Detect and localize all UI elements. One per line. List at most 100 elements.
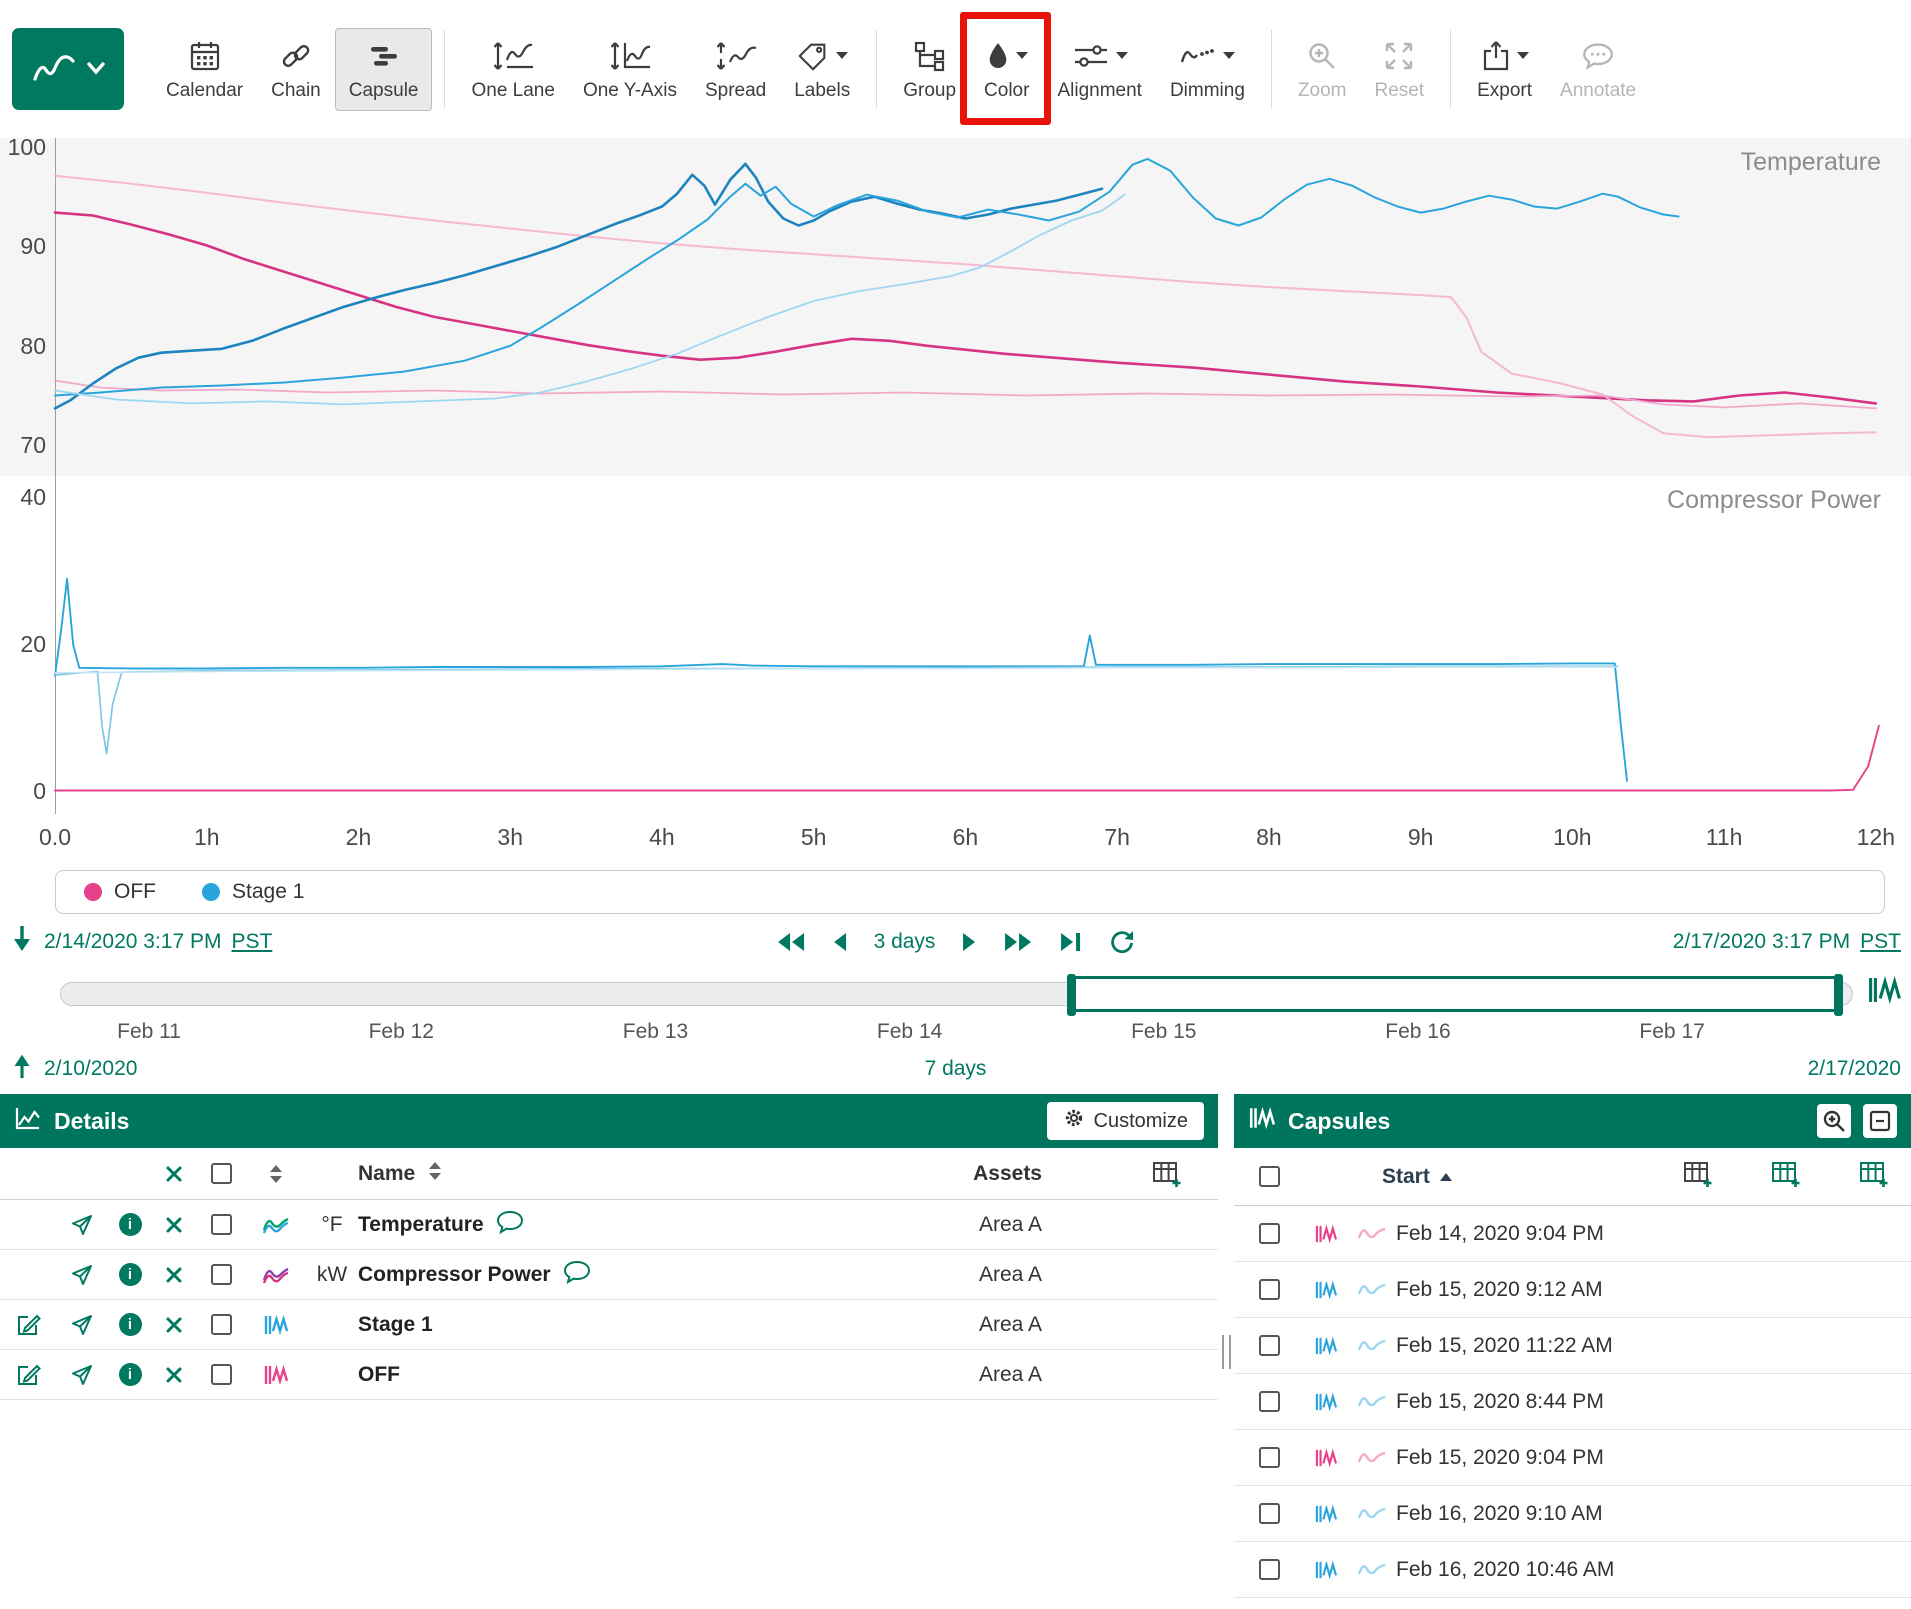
- add-stats-column-icon[interactable]: [1771, 1160, 1801, 1194]
- customize-button[interactable]: Customize: [1047, 1102, 1204, 1140]
- toolbar-labels-button[interactable]: Labels: [780, 28, 864, 111]
- toolbar-alignment-button[interactable]: Alignment: [1043, 28, 1156, 111]
- investigate-range-start[interactable]: 2/10/2020: [44, 1057, 137, 1081]
- info-icon[interactable]: i: [119, 1213, 142, 1236]
- divider-grip-icon: [1222, 1335, 1231, 1369]
- toolbar-one-lane-button[interactable]: One Lane: [457, 28, 568, 111]
- start-column-header[interactable]: Start: [1382, 1165, 1452, 1189]
- info-icon[interactable]: i: [119, 1313, 142, 1336]
- info-icon[interactable]: i: [119, 1263, 142, 1286]
- toolbar-calendar-button[interactable]: Calendar: [152, 28, 257, 111]
- toolbar-capsule-button[interactable]: Capsule: [335, 28, 433, 111]
- details-row-off[interactable]: i OFF Area A: [0, 1350, 1218, 1400]
- assets-column-header[interactable]: Assets: [888, 1162, 1068, 1186]
- step-forward-half-button[interactable]: [961, 931, 977, 953]
- rocket-icon[interactable]: [56, 1213, 108, 1237]
- timeline-left-handle[interactable]: [1067, 974, 1076, 1016]
- view-selector-dropdown[interactable]: [12, 28, 124, 110]
- rocket-icon[interactable]: [56, 1263, 108, 1287]
- timeline-track[interactable]: [60, 982, 1853, 1006]
- y-tick-label: 40: [0, 484, 46, 511]
- item-name[interactable]: Temperature: [358, 1213, 484, 1237]
- sort-icon[interactable]: [246, 1163, 306, 1185]
- toolbar-chain-button[interactable]: Chain: [257, 28, 335, 111]
- toolbar-spread-button[interactable]: Spread: [691, 28, 780, 111]
- auto-update-button[interactable]: [1109, 930, 1135, 954]
- toolbar-dimming-button[interactable]: Dimming: [1156, 28, 1259, 111]
- step-to-end-button[interactable]: [1059, 931, 1083, 953]
- remove-all-icon[interactable]: [152, 1164, 196, 1184]
- add-properties-column-icon[interactable]: [1859, 1160, 1889, 1194]
- capsule-checkbox[interactable]: [1259, 1335, 1280, 1356]
- name-column-header[interactable]: Name: [358, 1162, 415, 1186]
- edit-icon[interactable]: [0, 1362, 56, 1388]
- item-name[interactable]: Compressor Power: [358, 1263, 551, 1287]
- select-all-capsules-checkbox[interactable]: [1259, 1166, 1280, 1187]
- investigate-start-arrow-icon[interactable]: [10, 1052, 34, 1086]
- capsule-checkbox[interactable]: [1259, 1391, 1280, 1412]
- add-column-icon[interactable]: [1683, 1160, 1713, 1194]
- capsule-checkbox[interactable]: [1259, 1447, 1280, 1468]
- capsule-row[interactable]: Feb 15, 2020 9:04 PM: [1234, 1430, 1911, 1486]
- row-checkbox[interactable]: [211, 1314, 232, 1335]
- display-range-duration[interactable]: 3 days: [874, 930, 936, 954]
- remove-icon[interactable]: [152, 1315, 196, 1335]
- toolbar-group-button[interactable]: Group: [889, 28, 970, 111]
- timeline-selected-range[interactable]: [1069, 976, 1841, 1012]
- timezone-link[interactable]: PST: [1860, 930, 1901, 954]
- capsule-checkbox[interactable]: [1259, 1559, 1280, 1580]
- toolbar-reset-button[interactable]: Reset: [1360, 28, 1438, 111]
- toolbar-one-y-axis-button[interactable]: One Y-Axis: [569, 28, 691, 111]
- lane-compressor[interactable]: Compressor Power 40200: [0, 476, 1911, 814]
- add-column-icon[interactable]: [1068, 1160, 1218, 1188]
- sort-icon[interactable]: [427, 1160, 443, 1188]
- details-row-compressor-power[interactable]: i kW Compressor Power Area A: [0, 1250, 1218, 1300]
- capsule-row[interactable]: Feb 15, 2020 8:44 PM: [1234, 1374, 1911, 1430]
- trend-chart[interactable]: Temperature 100908070 Compressor Power 4…: [0, 138, 1911, 860]
- toolbar-annotate-button[interactable]: Annotate: [1546, 28, 1650, 111]
- item-name[interactable]: OFF: [358, 1363, 400, 1387]
- comment-icon[interactable]: [563, 1260, 591, 1290]
- edit-icon[interactable]: [0, 1312, 56, 1338]
- info-icon[interactable]: i: [119, 1363, 142, 1386]
- step-back-half-button[interactable]: [832, 931, 848, 953]
- capsule-checkbox[interactable]: [1259, 1279, 1280, 1300]
- item-name[interactable]: Stage 1: [358, 1313, 433, 1337]
- range-start-arrow-icon[interactable]: [10, 924, 34, 960]
- row-checkbox[interactable]: [211, 1264, 232, 1285]
- remove-icon[interactable]: [152, 1265, 196, 1285]
- comment-icon[interactable]: [496, 1210, 524, 1240]
- lane-temperature[interactable]: Temperature 100908070: [0, 138, 1911, 476]
- step-forward-full-button[interactable]: [1003, 931, 1033, 953]
- details-row-stage-1[interactable]: i Stage 1 Area A: [0, 1300, 1218, 1350]
- toolbar-zoom-button[interactable]: Zoom: [1284, 28, 1361, 111]
- toolbar-export-button[interactable]: Export: [1463, 28, 1546, 111]
- capsules-collapse-button[interactable]: [1863, 1104, 1897, 1138]
- display-range-start[interactable]: 2/14/2020 3:17 PM: [44, 930, 221, 954]
- investigate-range-end[interactable]: 2/17/2020: [1808, 1057, 1901, 1081]
- capsules-zoom-button[interactable]: [1817, 1104, 1851, 1138]
- row-checkbox[interactable]: [211, 1364, 232, 1385]
- toolbar-color-button[interactable]: Color: [970, 28, 1043, 111]
- row-checkbox[interactable]: [211, 1214, 232, 1235]
- investigate-range-duration[interactable]: 7 days: [925, 1057, 987, 1081]
- step-back-full-button[interactable]: [776, 931, 806, 953]
- remove-icon[interactable]: [152, 1215, 196, 1235]
- capsule-row[interactable]: Feb 16, 2020 9:10 AM: [1234, 1486, 1911, 1542]
- capsule-row[interactable]: Feb 16, 2020 10:46 AM: [1234, 1542, 1911, 1598]
- remove-icon[interactable]: [152, 1365, 196, 1385]
- select-all-checkbox[interactable]: [211, 1163, 232, 1184]
- timeline-right-handle[interactable]: [1834, 974, 1843, 1016]
- capsule-checkbox[interactable]: [1259, 1503, 1280, 1524]
- panel-resize-divider[interactable]: [1218, 1094, 1234, 1609]
- timezone-link[interactable]: PST: [231, 930, 272, 954]
- capsule-checkbox[interactable]: [1259, 1223, 1280, 1244]
- rocket-icon[interactable]: [56, 1363, 108, 1387]
- details-row-temperature[interactable]: i °F Temperature Area A: [0, 1200, 1218, 1250]
- capsule-row[interactable]: Feb 15, 2020 11:22 AM: [1234, 1318, 1911, 1374]
- capsule-row[interactable]: Feb 14, 2020 9:04 PM: [1234, 1206, 1911, 1262]
- rocket-icon[interactable]: [56, 1313, 108, 1337]
- capsule-select-icon[interactable]: [1867, 974, 1903, 1012]
- display-range-end[interactable]: 2/17/2020 3:17 PM: [1673, 930, 1850, 954]
- capsule-row[interactable]: Feb 15, 2020 9:12 AM: [1234, 1262, 1911, 1318]
